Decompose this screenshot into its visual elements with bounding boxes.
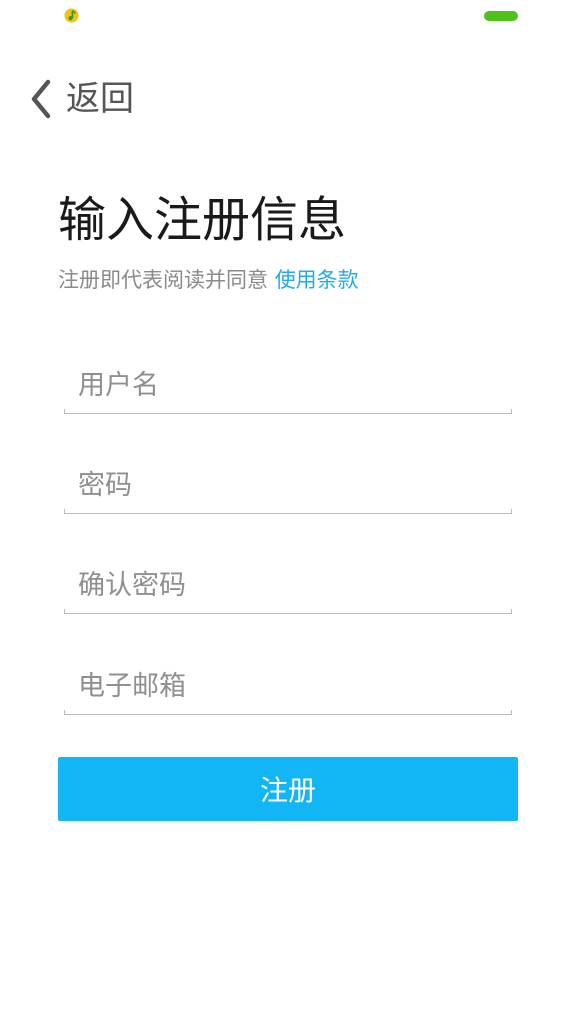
password-underline — [64, 509, 512, 514]
terms-prefix: 注册即代表阅读并同意 — [58, 268, 268, 292]
register-button[interactable]: 注册 — [58, 757, 518, 821]
page-title: 输入注册信息 — [58, 192, 347, 248]
terms-of-use-link[interactable]: 使用条款 — [275, 268, 359, 292]
email-field-group — [64, 661, 512, 715]
chevron-left-icon — [31, 79, 51, 119]
status-bar — [0, 0, 576, 32]
email-input[interactable] — [64, 661, 512, 711]
back-label: 返回 — [66, 79, 134, 119]
username-input[interactable] — [64, 360, 512, 410]
email-underline — [64, 710, 512, 715]
confirm-password-field-group — [64, 560, 512, 614]
back-button[interactable]: 返回 — [28, 76, 134, 122]
terms-notice: 注册即代表阅读并同意 使用条款 — [58, 265, 359, 295]
username-field-group — [64, 360, 512, 414]
password-input[interactable] — [64, 460, 512, 510]
username-underline — [64, 409, 512, 414]
confirm-password-input[interactable] — [64, 560, 512, 610]
password-field-group — [64, 460, 512, 514]
qq-music-icon — [64, 8, 79, 23]
confirm-password-underline — [64, 609, 512, 614]
battery-icon — [484, 11, 518, 21]
